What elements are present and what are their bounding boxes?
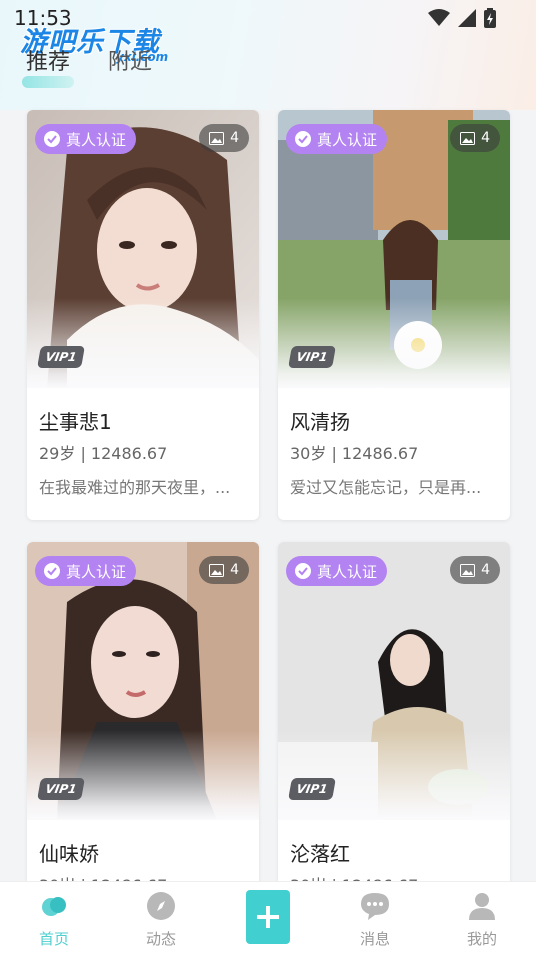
profile-name: 仙味娇 [39, 842, 99, 866]
plus-icon [257, 906, 279, 928]
photo-fade [278, 730, 510, 820]
nav-home[interactable]: 首页 [19, 890, 89, 949]
photo-count: 4 [481, 562, 490, 578]
verified-label: 真人认证 [66, 130, 127, 149]
profile-photo: 真人认证 4 VIP1 [278, 542, 510, 820]
photo-count: 4 [230, 130, 239, 146]
profile-desc: 爱过又怎能忘记，只是再... [290, 478, 482, 497]
vip-badge: VIP1 [288, 346, 336, 368]
nav-profile-label: 我的 [466, 930, 497, 948]
profile-photo: 真人认证 4 VIP1 [278, 110, 510, 388]
tab-recommend[interactable]: 推荐 [21, 44, 75, 88]
bottom-nav: 首页 动态 消息 我的 [0, 881, 536, 953]
verified-icon [295, 563, 311, 579]
verified-label: 真人认证 [317, 562, 378, 581]
profile-name: 风清扬 [290, 410, 350, 434]
image-icon [460, 563, 476, 577]
nav-moments[interactable]: 动态 [126, 890, 196, 949]
vip-badge: VIP1 [37, 346, 85, 368]
photo-count-badge: 4 [199, 124, 249, 152]
nav-home-label: 首页 [38, 930, 69, 948]
profile-card[interactable]: 真人认证 4 VIP1 尘事悲1 29岁 | 12486.67 在我最难过的那天… [27, 110, 259, 520]
image-icon [209, 131, 225, 145]
photo-count: 4 [481, 130, 490, 146]
verified-badge: 真人认证 [35, 124, 137, 154]
image-icon [209, 563, 225, 577]
vip-badge: VIP1 [288, 778, 336, 800]
vip-badge: VIP1 [37, 778, 85, 800]
photo-fade [27, 298, 259, 388]
profile-meta: 30岁 | 12486.67 [290, 444, 419, 463]
verified-badge: 真人认证 [286, 556, 388, 586]
profile-photo: 真人认证 4 VIP1 [27, 110, 259, 388]
person-icon [469, 893, 495, 920]
image-icon [460, 131, 476, 145]
nav-messages-label: 消息 [359, 930, 390, 948]
verified-label: 真人认证 [317, 130, 378, 149]
profile-name: 沦落红 [290, 842, 350, 866]
nav-moments-label: 动态 [145, 930, 176, 948]
home-icon [42, 897, 66, 916]
signal-icon [458, 9, 476, 27]
verified-icon [295, 131, 311, 147]
verified-badge: 真人认证 [286, 124, 388, 154]
add-button[interactable] [246, 890, 290, 944]
photo-fade [27, 730, 259, 820]
photo-fade [278, 298, 510, 388]
photo-count-badge: 4 [450, 556, 500, 584]
profile-card[interactable]: 真人认证 4 VIP1 风清扬 30岁 | 12486.67 爱过又怎能忘记，只… [278, 110, 510, 520]
profile-desc: 在我最难过的那天夜里，... [39, 478, 231, 497]
photo-count-badge: 4 [450, 124, 500, 152]
top-tabs: 推荐 附近 [21, 44, 152, 88]
profile-photo: 真人认证 4 VIP1 [27, 542, 259, 820]
verified-badge: 真人认证 [35, 556, 137, 586]
chat-icon [361, 893, 389, 920]
verified-icon [44, 563, 60, 579]
battery-icon [484, 8, 496, 28]
profile-name: 尘事悲1 [39, 410, 112, 434]
photo-count-badge: 4 [199, 556, 249, 584]
tab-nearby[interactable]: 附近 [108, 44, 152, 76]
nav-messages[interactable]: 消息 [340, 890, 410, 949]
profile-meta: 29岁 | 12486.67 [39, 444, 168, 463]
nav-profile[interactable]: 我的 [447, 890, 517, 949]
verified-icon [44, 131, 60, 147]
photo-count: 4 [230, 562, 239, 578]
compass-icon [147, 892, 175, 920]
status-icons [428, 8, 496, 28]
verified-label: 真人认证 [66, 562, 127, 581]
wifi-icon [428, 9, 450, 26]
